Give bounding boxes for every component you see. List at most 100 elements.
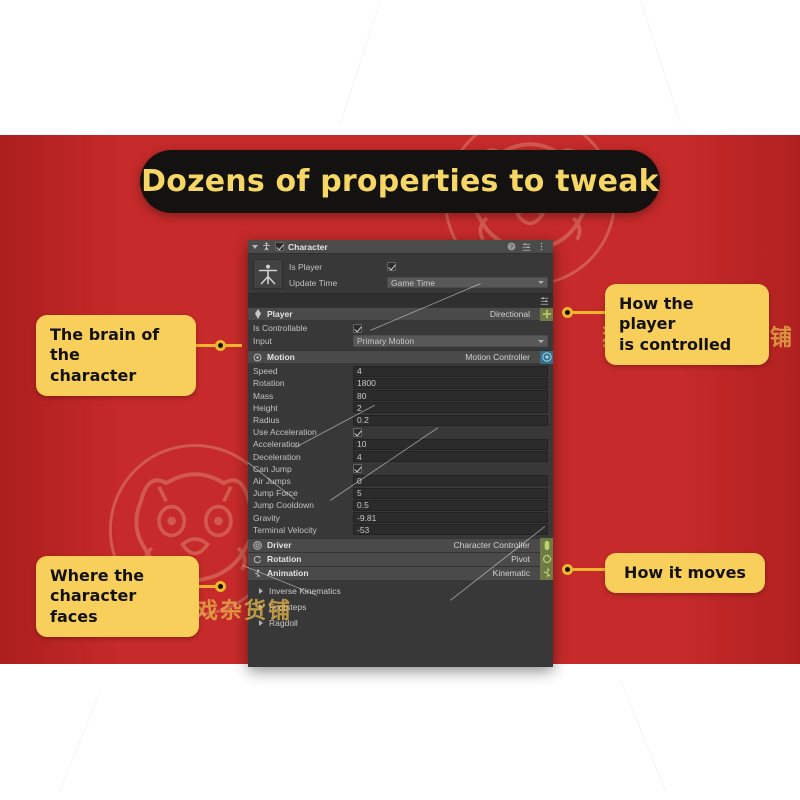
prop-label: Is Controllable — [253, 323, 308, 334]
prop-terminal-velocity[interactable]: Terminal Velocity -53 — [253, 524, 548, 536]
prop-is-controllable[interactable]: Is Controllable — [253, 322, 548, 334]
component-top-block: Is Player Update Time Game Time — [248, 254, 553, 293]
preset-icon[interactable] — [522, 242, 531, 251]
prop-label: Jump Force — [253, 488, 298, 499]
foldout-ragdoll[interactable]: Ragdoll — [248, 615, 553, 631]
bg-streak — [339, 0, 381, 124]
prop-value-field[interactable]: -9.81 — [353, 512, 548, 524]
component-enabled-checkbox[interactable] — [275, 242, 284, 251]
prop-radius[interactable]: Radius 0.2 — [253, 414, 548, 426]
section-header-animation[interactable]: Animation Kinematic — [248, 565, 553, 581]
prop-checkbox[interactable] — [353, 464, 362, 474]
callout-line: How the player — [619, 294, 694, 334]
callout-line: is controlled — [619, 334, 732, 354]
prop-jump-force[interactable]: Jump Force 5 — [253, 487, 548, 499]
move-tool-icon[interactable] — [540, 307, 553, 321]
component-strip-row[interactable] — [248, 293, 553, 307]
section-header-driver[interactable]: Driver Character Controller — [248, 537, 553, 553]
section-value: Pivot — [511, 554, 530, 565]
prop-label: Height — [253, 402, 278, 413]
connector-dot-controlled — [562, 307, 573, 318]
foldout-inverse-kinematics[interactable]: Inverse Kinematics — [248, 583, 553, 599]
prop-label: Air Jumps — [253, 475, 291, 486]
prop-label: Gravity — [253, 512, 280, 523]
section-name: Player — [267, 309, 293, 319]
foldout-footsteps[interactable]: Footsteps — [248, 599, 553, 615]
motion-controller-icon[interactable] — [540, 350, 553, 364]
preset-icon[interactable] — [540, 296, 549, 305]
prop-label: Radius — [253, 415, 280, 426]
prop-speed[interactable]: Speed 4 — [253, 365, 548, 377]
callout-where-character-faces: Where the character faces — [36, 556, 199, 638]
component-header[interactable]: Character ? — [248, 240, 553, 254]
section-header-rotation[interactable]: Rotation Pivot — [248, 551, 553, 567]
prop-gravity[interactable]: Gravity -9.81 — [253, 511, 548, 524]
callout-line: How it moves — [624, 563, 746, 582]
character-avatar-icon — [253, 259, 283, 289]
is-player-checkbox[interactable] — [387, 262, 396, 271]
dropdown-value: Game Time — [391, 277, 435, 288]
chevron-right-icon[interactable] — [259, 603, 263, 610]
capsule-icon[interactable] — [540, 538, 553, 553]
character-script-icon — [262, 242, 271, 251]
foldout-label: Ragdoll — [269, 617, 298, 628]
help-icon[interactable]: ? — [507, 242, 516, 251]
motion-properties: Speed 4 Rotation 1800 Mass 80 Height 2 Radius 0.2… — [248, 363, 553, 538]
prop-deceleration[interactable]: Deceleration 4 — [253, 451, 548, 463]
prop-value-field[interactable]: 80 — [353, 390, 548, 402]
prop-height[interactable]: Height 2 — [253, 402, 548, 414]
prop-value-field[interactable]: 5 — [353, 487, 548, 499]
prop-label: Input — [253, 336, 272, 347]
row-is-player[interactable]: Is Player — [289, 261, 548, 272]
more-menu-icon[interactable] — [537, 242, 546, 251]
chevron-down-icon — [538, 339, 544, 343]
prop-value-field[interactable]: 4 — [353, 365, 548, 377]
prop-mass[interactable]: Mass 80 — [253, 390, 548, 402]
unity-inspector-panel[interactable]: Character ? Is Player Update Time Game T… — [248, 240, 553, 667]
prop-jump-cooldown[interactable]: Jump Cooldown 0.5 — [253, 499, 548, 511]
prop-acceleration[interactable]: Acceleration 10 — [253, 438, 548, 450]
prop-value-field[interactable]: 1800 — [353, 377, 548, 389]
prop-value-field[interactable]: 2 — [353, 402, 548, 414]
callout-line: Where the — [50, 566, 145, 585]
prop-value-field[interactable]: 0.5 — [353, 499, 548, 511]
prop-value-field[interactable]: 0 — [353, 475, 548, 487]
input-dropdown[interactable]: Primary Motion — [353, 335, 548, 348]
chevron-right-icon[interactable] — [259, 587, 263, 594]
rotate-icon[interactable] — [540, 552, 553, 567]
row-update-time[interactable]: Update Time Game Time — [289, 277, 548, 288]
callout-brain-of-the-character: The brain of the character — [36, 315, 196, 397]
section-name: Motion — [267, 352, 295, 363]
bg-streak — [58, 690, 101, 793]
prop-checkbox[interactable] — [353, 427, 362, 437]
callout-how-player-is-controlled: How the player is controlled — [605, 284, 769, 366]
update-time-dropdown[interactable]: Game Time — [387, 277, 548, 288]
prop-rotation[interactable]: Rotation 1800 — [253, 377, 548, 389]
connector-dot-moves — [562, 564, 573, 575]
connector-dot-brain — [215, 340, 226, 351]
prop-use-acceleration[interactable]: Use Acceleration — [253, 426, 548, 438]
running-icon[interactable] — [540, 566, 553, 581]
page-title: Dozens of properties to tweak — [141, 164, 659, 199]
section-name: Driver — [267, 540, 292, 551]
bg-streak — [640, 0, 682, 124]
prop-label: Terminal Velocity — [253, 524, 317, 535]
chevron-right-icon[interactable] — [259, 619, 263, 626]
prop-value-field[interactable]: -53 — [353, 524, 548, 536]
prop-value-field[interactable]: 0.2 — [353, 414, 548, 426]
callout-line: The brain of the — [50, 325, 160, 365]
chevron-down-icon[interactable] — [252, 244, 258, 249]
is-controllable-checkbox[interactable] — [353, 323, 362, 333]
section-header-player[interactable]: Player Directional — [248, 307, 553, 321]
callout-line: character faces — [50, 586, 137, 626]
prop-input[interactable]: Input Primary Motion — [253, 334, 548, 348]
prop-value-field[interactable]: 10 — [353, 438, 548, 450]
prop-label: Can Jump — [253, 463, 292, 474]
prop-air-jumps[interactable]: Air Jumps 0 — [253, 475, 548, 487]
prop-can-jump[interactable]: Can Jump — [253, 463, 548, 475]
player-pin-icon — [253, 309, 262, 319]
prop-value-field[interactable]: 4 — [353, 451, 548, 463]
prop-label: Mass — [253, 390, 274, 401]
foldout-label: Inverse Kinematics — [269, 585, 341, 596]
section-header-motion[interactable]: Motion Motion Controller — [248, 350, 553, 364]
